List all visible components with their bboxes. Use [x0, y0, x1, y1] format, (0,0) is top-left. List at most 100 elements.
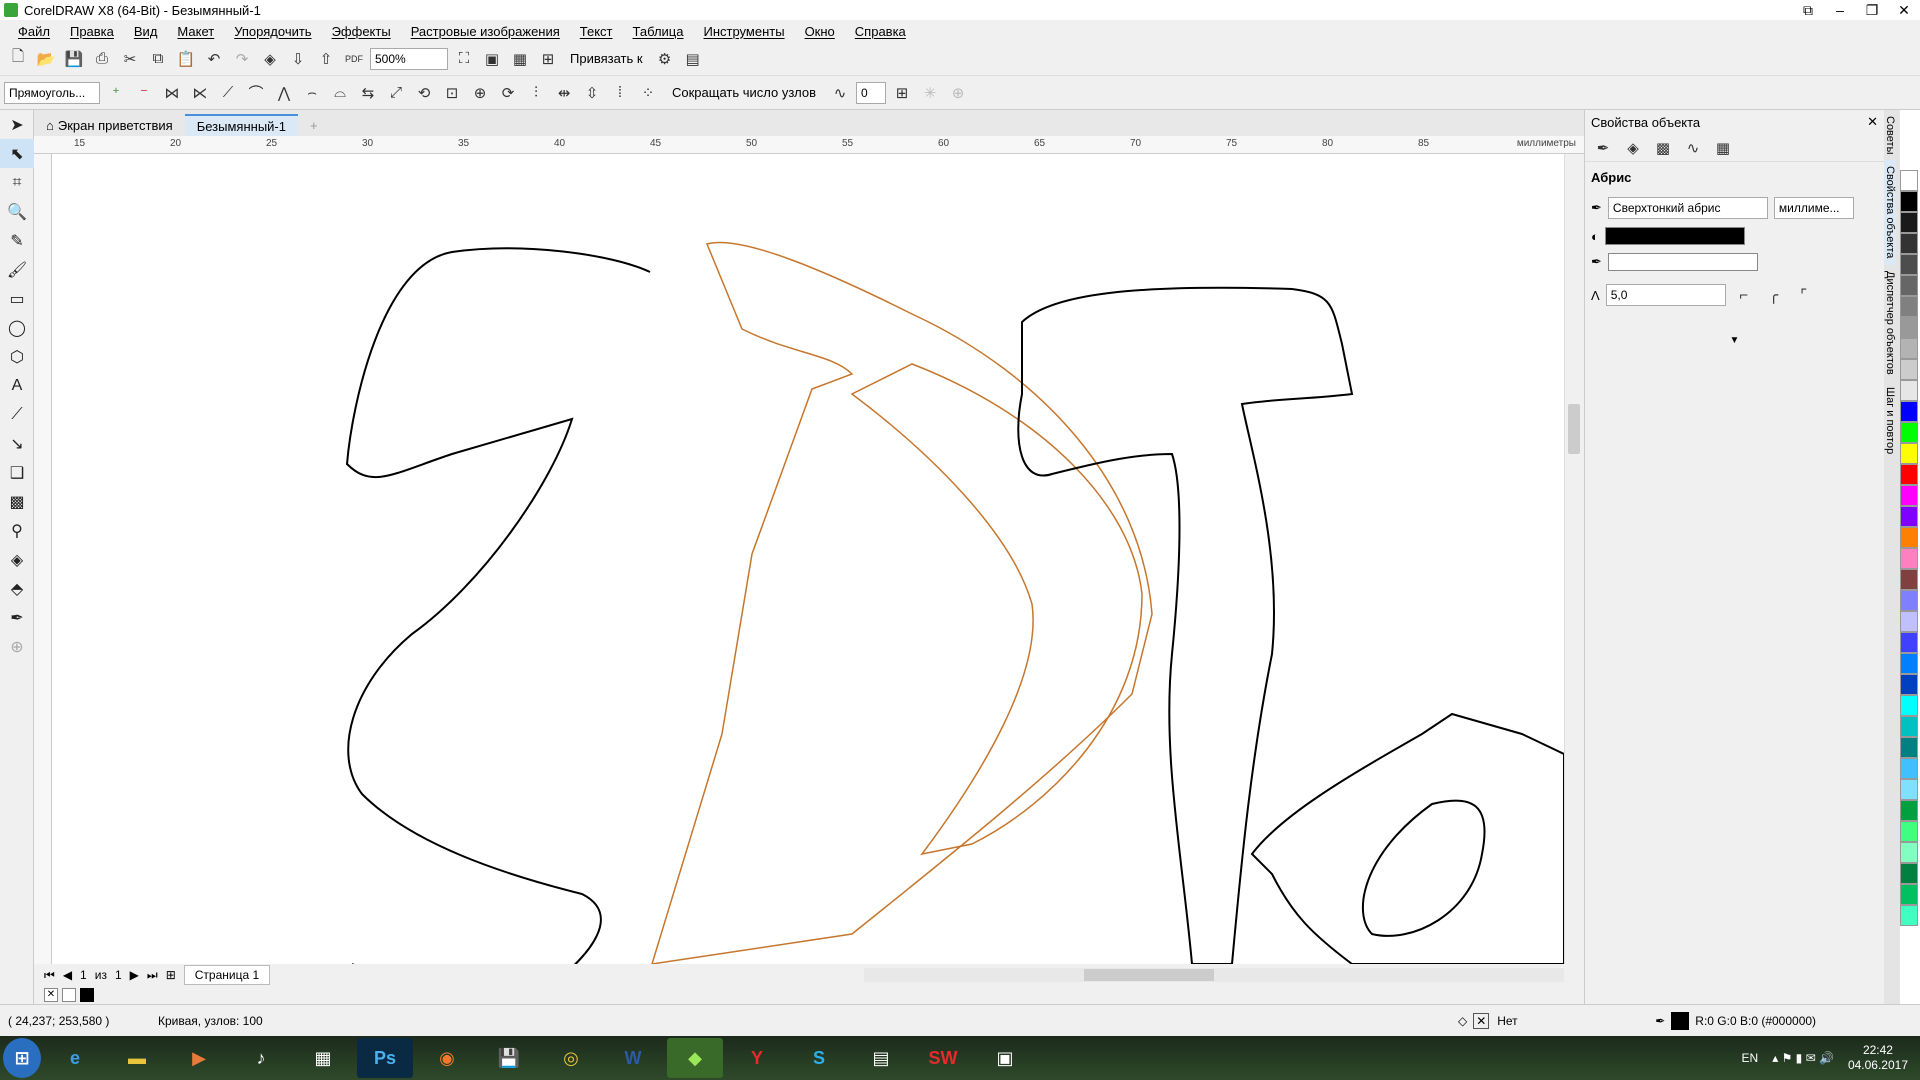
explorer-icon[interactable]: ▬	[109, 1038, 165, 1078]
chrome-icon[interactable]: ◎	[543, 1038, 599, 1078]
paste-icon[interactable]: 📋	[174, 47, 198, 71]
ellipse-tool-icon[interactable]: ◯	[0, 313, 34, 342]
menu-item-6[interactable]: Растровые изображения	[401, 24, 570, 39]
word-icon[interactable]: W	[605, 1038, 661, 1078]
tab-welcome[interactable]: ⌂ Экран приветствия	[34, 114, 185, 136]
corner-threshold-icon[interactable]: ✳	[918, 81, 942, 105]
reduce-nodes-button[interactable]: Сокращать число узлов	[672, 85, 816, 100]
export-icon[interactable]: ⇧	[314, 47, 338, 71]
menu-item-2[interactable]: Вид	[124, 24, 168, 39]
start-button[interactable]: ⊞	[3, 1038, 41, 1078]
close-button[interactable]: ✕	[1888, 2, 1920, 19]
palette-swatch[interactable]	[1900, 674, 1918, 695]
menu-item-1[interactable]: Правка	[60, 24, 124, 39]
palette-swatch[interactable]	[1900, 716, 1918, 737]
tab-document[interactable]: Безымянный-1	[184, 114, 298, 136]
clock-time[interactable]: 22:42	[1848, 1043, 1908, 1058]
palette-swatch[interactable]	[1900, 653, 1918, 674]
copy-icon[interactable]: ⧉	[146, 47, 170, 71]
palette-swatch[interactable]	[1900, 233, 1918, 254]
coreldraw-icon[interactable]: ◆	[667, 1038, 723, 1078]
grid-icon[interactable]: ⊞	[536, 47, 560, 71]
new-tab-button[interactable]: +	[298, 114, 330, 136]
symmetric-node-icon[interactable]: ⌓	[328, 81, 352, 105]
to-line-icon[interactable]: ⟋	[216, 81, 240, 105]
artistic-media-icon[interactable]: 🖌	[0, 255, 34, 284]
units-combo[interactable]: миллиме...	[1773, 197, 1854, 219]
palette-swatch[interactable]	[1900, 884, 1918, 905]
palette-swatch[interactable]	[1900, 842, 1918, 863]
align-nodes-icon[interactable]: ⫶	[524, 81, 548, 105]
horizontal-scrollbar[interactable]	[864, 968, 1564, 982]
rotate-nodes-icon[interactable]: ⟳	[496, 81, 520, 105]
palette-swatch[interactable]	[1900, 422, 1918, 443]
mirror-h-icon[interactable]: ⇹	[552, 81, 576, 105]
app-icon-1[interactable]: ▤	[853, 1038, 909, 1078]
page-tab[interactable]: Страница 1	[183, 965, 271, 985]
tab-object-manager[interactable]: Диспетчер объектов	[1884, 265, 1896, 381]
menu-item-8[interactable]: Таблица	[623, 24, 694, 39]
smoothing-icon[interactable]: ∿	[828, 81, 852, 105]
audio-icon[interactable]: ♪	[233, 1038, 289, 1078]
cusp-node-icon[interactable]: ⋀	[272, 81, 296, 105]
no-color-swatch[interactable]: ✕	[44, 988, 58, 1002]
media-player-icon[interactable]: ▶	[171, 1038, 227, 1078]
palette-swatch[interactable]	[1900, 506, 1918, 527]
palette-swatch[interactable]	[1900, 611, 1918, 632]
snap-to-button[interactable]: Привязать к	[570, 51, 643, 66]
first-page-icon[interactable]: ⏮	[44, 968, 55, 983]
break-curve-icon[interactable]: ⋉	[188, 81, 212, 105]
menu-item-3[interactable]: Макет	[167, 24, 224, 39]
outline-tab-icon[interactable]: ✒	[1591, 136, 1615, 160]
palette-swatch[interactable]	[1900, 779, 1918, 800]
add-node-icon[interactable]: ⁺	[104, 81, 128, 105]
last-page-icon[interactable]: ⏭	[147, 968, 158, 983]
next-page-icon[interactable]: ▶	[130, 968, 139, 982]
scroll-thumb[interactable]	[1568, 404, 1580, 454]
palette-swatch[interactable]	[1900, 800, 1918, 821]
palette-swatch[interactable]	[1900, 380, 1918, 401]
prev-page-icon[interactable]: ◀	[63, 968, 72, 982]
solidworks-icon[interactable]: SW	[915, 1038, 971, 1078]
add-tool-icon[interactable]: ⊕	[0, 632, 34, 661]
tab-step-repeat[interactable]: Шаг и повтор	[1884, 381, 1896, 460]
open-icon[interactable]: 📂	[34, 47, 58, 71]
minimize-button[interactable]: –	[1824, 2, 1856, 19]
palette-swatch[interactable]	[1900, 254, 1918, 275]
mirror-v-icon[interactable]: ⇳	[580, 81, 604, 105]
menu-item-0[interactable]: Файл	[8, 24, 60, 39]
palette-swatch[interactable]	[1900, 863, 1918, 884]
crop-tool-icon[interactable]: ⌗	[0, 168, 34, 197]
smooth-node-icon[interactable]: ⌢	[300, 81, 324, 105]
stretch-nodes-icon[interactable]: ⊕	[468, 81, 492, 105]
drop-shadow-icon[interactable]: ❑	[0, 458, 34, 487]
clock-date[interactable]: 04.06.2017	[1848, 1058, 1908, 1073]
smoothing-slider-icon[interactable]: ⊞	[890, 81, 914, 105]
corner-miter-icon[interactable]: ⌐	[1732, 283, 1756, 307]
menu-item-9[interactable]: Инструменты	[694, 24, 795, 39]
curve-tab-icon[interactable]: ∿	[1681, 136, 1705, 160]
save-app-icon[interactable]: 💾	[481, 1038, 537, 1078]
palette-swatch[interactable]	[1900, 359, 1918, 380]
transparency-tab-icon[interactable]: ▩	[1651, 136, 1675, 160]
text-tool-icon[interactable]: A	[0, 371, 34, 400]
add-plus-icon[interactable]: ⊕	[946, 81, 970, 105]
corner-bevel-icon[interactable]: ⌜	[1792, 283, 1816, 307]
palette-swatch[interactable]	[1900, 443, 1918, 464]
tab-object-properties[interactable]: Свойства объекта	[1884, 160, 1896, 265]
add-page-icon[interactable]: ⊞	[166, 968, 176, 982]
photoshop-icon[interactable]: Ps	[357, 1038, 413, 1078]
palette-swatch[interactable]	[1900, 317, 1918, 338]
skype-icon[interactable]: S	[791, 1038, 847, 1078]
reverse-direction-icon[interactable]: ⇆	[356, 81, 380, 105]
new-document-icon[interactable]: 🗋	[6, 47, 30, 71]
settings-icon[interactable]: ⚙	[653, 47, 677, 71]
palette-swatch[interactable]	[1900, 464, 1918, 485]
image-tab-icon[interactable]: ▦	[1711, 136, 1735, 160]
palette-swatch[interactable]	[1900, 527, 1918, 548]
import-icon[interactable]: ⇩	[286, 47, 310, 71]
launch-icon[interactable]: ▤	[681, 47, 705, 71]
outline-pen-icon[interactable]: ✒	[0, 603, 34, 632]
palette-swatch[interactable]	[1900, 905, 1918, 926]
extend-curve-icon[interactable]: ⤢	[384, 81, 408, 105]
